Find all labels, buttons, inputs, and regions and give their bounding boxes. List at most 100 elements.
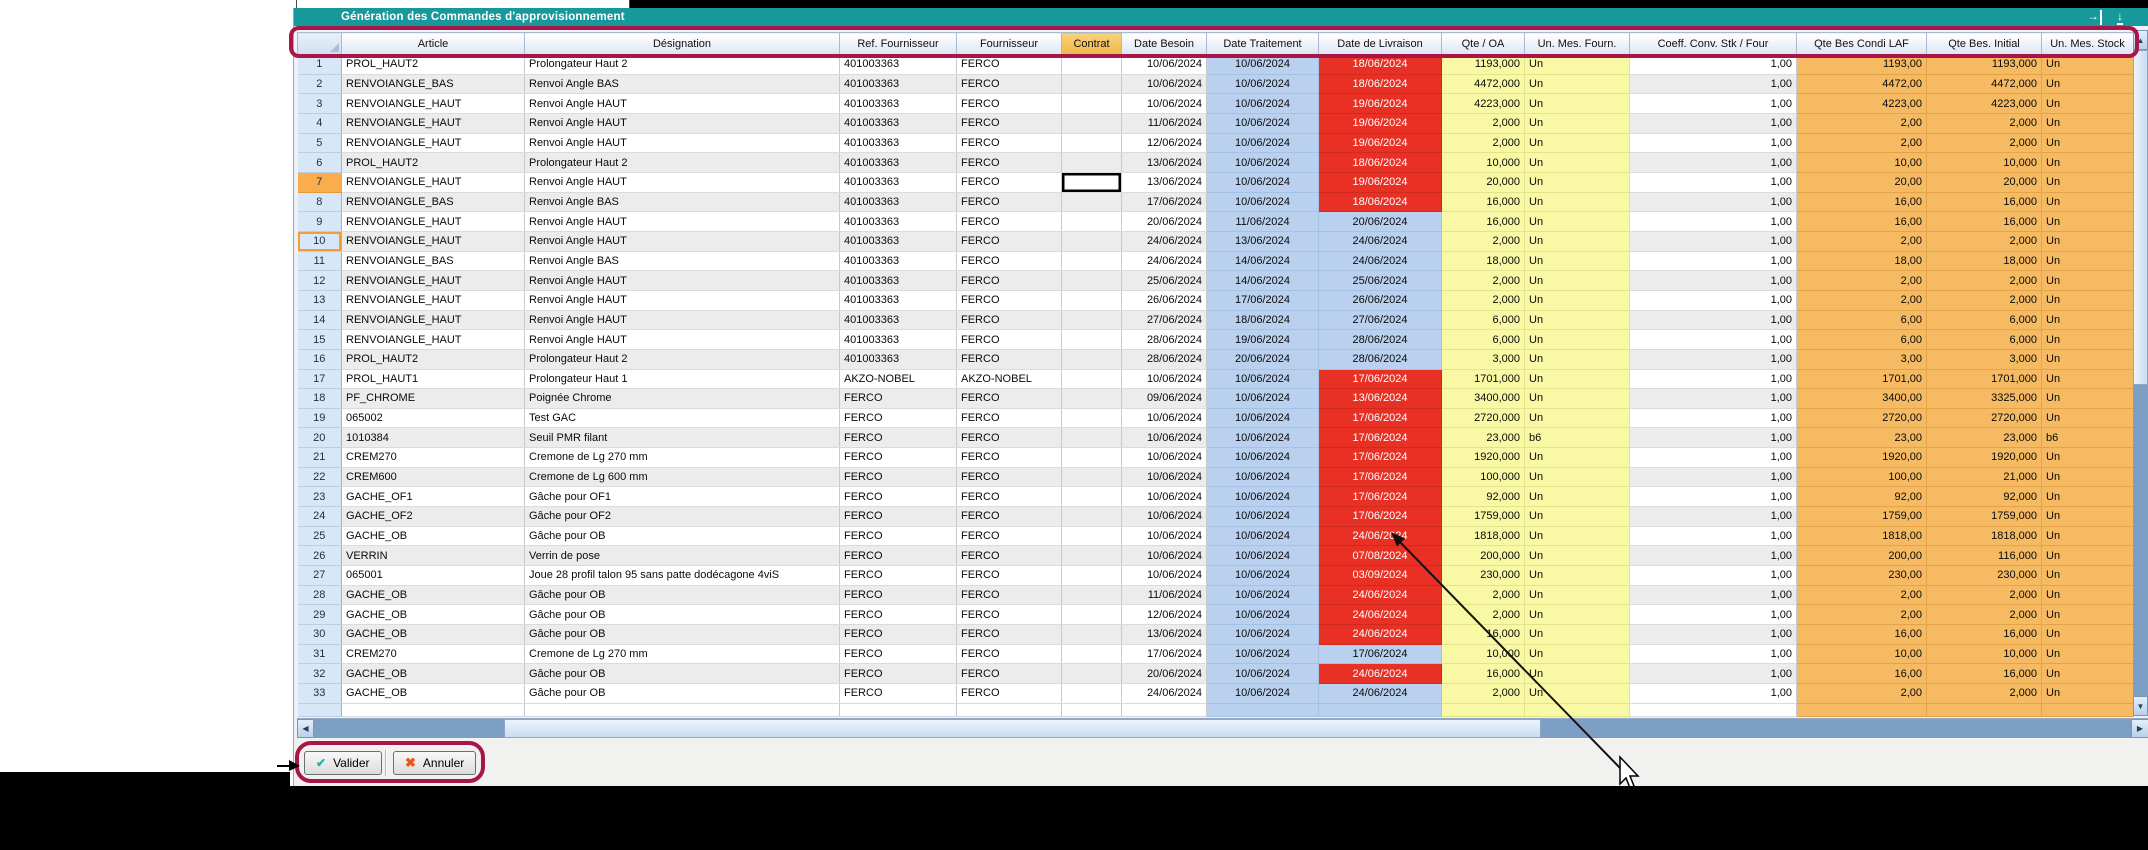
cell-contrat[interactable]	[1062, 389, 1122, 409]
cell-besoin[interactable]: 20/06/2024	[1122, 664, 1207, 684]
cell-fourn[interactable]: FERCO	[957, 408, 1062, 428]
cell-fourn[interactable]: FERCO	[957, 133, 1062, 153]
cell-qte[interactable]: 20,000	[1442, 172, 1525, 192]
cell-ref[interactable]: 401003363	[840, 290, 957, 310]
cell-coeff[interactable]: 1,00	[1630, 664, 1797, 684]
cell-trait[interactable]: 19/06/2024	[1207, 330, 1319, 350]
cell-un_s[interactable]: Un	[2042, 408, 2134, 428]
cell-un_f[interactable]: Un	[1525, 526, 1630, 546]
cell-qte_condi[interactable]: 92,00	[1797, 487, 1927, 507]
cell-designation[interactable]: Gâche pour OF1	[525, 487, 840, 507]
cell-un_f[interactable]: Un	[1525, 625, 1630, 645]
cell-fourn[interactable]: FERCO	[957, 290, 1062, 310]
row-number[interactable]: 33	[298, 684, 342, 704]
cell-fourn[interactable]: FERCO	[957, 172, 1062, 192]
cell-un_s[interactable]: Un	[2042, 644, 2134, 664]
cell-ref[interactable]: 401003363	[840, 94, 957, 114]
cell-besoin[interactable]: 28/06/2024	[1122, 349, 1207, 369]
cell-besoin[interactable]: 09/06/2024	[1122, 389, 1207, 409]
cell-qte[interactable]: 10,000	[1442, 644, 1525, 664]
cell-contrat[interactable]	[1062, 231, 1122, 251]
row-number[interactable]: 27	[298, 566, 342, 586]
cell-trait[interactable]: 11/06/2024	[1207, 212, 1319, 232]
cell-coeff[interactable]: 1,00	[1630, 349, 1797, 369]
cell-un_f[interactable]: Un	[1525, 172, 1630, 192]
row-number[interactable]: 17	[298, 369, 342, 389]
cell-designation[interactable]: Joue 28 profil talon 95 sans patte dodéc…	[525, 566, 840, 586]
row-number[interactable]: 16	[298, 349, 342, 369]
cell-livraison[interactable]: 24/06/2024	[1319, 526, 1442, 546]
cell-besoin[interactable]: 24/06/2024	[1122, 251, 1207, 271]
scroll-down-arrow-icon[interactable]: ▼	[2133, 696, 2148, 716]
cell-trait[interactable]: 10/06/2024	[1207, 55, 1319, 75]
cell-qte[interactable]: 92,000	[1442, 487, 1525, 507]
row-number[interactable]: 8	[298, 192, 342, 212]
cell-un_s[interactable]: Un	[2042, 172, 2134, 192]
cell-un_f[interactable]: Un	[1525, 566, 1630, 586]
column-header-coeff[interactable]: Coeff. Conv. Stk / Four	[1630, 33, 1797, 55]
cell-fourn[interactable]: FERCO	[957, 231, 1062, 251]
cell-qte_init[interactable]: 1920,000	[1927, 448, 2042, 468]
cell-article[interactable]: GACHE_OF2	[342, 507, 525, 527]
cell-un_f[interactable]: Un	[1525, 546, 1630, 566]
cell-un_s[interactable]: Un	[2042, 212, 2134, 232]
cell-qte_condi[interactable]: 1701,00	[1797, 369, 1927, 389]
cell-fourn[interactable]: FERCO	[957, 251, 1062, 271]
cell-coeff[interactable]: 1,00	[1630, 526, 1797, 546]
cell-qte_condi[interactable]: 10,00	[1797, 644, 1927, 664]
cell-qte[interactable]: 2,000	[1442, 605, 1525, 625]
column-header-qte_init[interactable]: Qte Bes. Initial	[1927, 33, 2042, 55]
cell-un_f[interactable]: Un	[1525, 349, 1630, 369]
cell-un_s[interactable]: Un	[2042, 467, 2134, 487]
cell-article[interactable]: RENVOIANGLE_HAUT	[342, 231, 525, 251]
cell-qte_condi[interactable]: 6,00	[1797, 330, 1927, 350]
cell-ref[interactable]: 401003363	[840, 153, 957, 173]
cell-un_s[interactable]: Un	[2042, 585, 2134, 605]
cell-un_f[interactable]: Un	[1525, 271, 1630, 291]
cell-qte_condi[interactable]: 4223,00	[1797, 94, 1927, 114]
cell-contrat[interactable]	[1062, 94, 1122, 114]
cell-qte_init[interactable]: 3325,000	[1927, 389, 2042, 409]
cell-ref[interactable]: FERCO	[840, 566, 957, 586]
cell-trait[interactable]: 10/06/2024	[1207, 664, 1319, 684]
cell-fourn[interactable]: FERCO	[957, 192, 1062, 212]
cell-besoin[interactable]: 13/06/2024	[1122, 172, 1207, 192]
cell-article[interactable]: PROL_HAUT1	[342, 369, 525, 389]
cell-contrat[interactable]	[1062, 566, 1122, 586]
cell-un_s[interactable]: Un	[2042, 507, 2134, 527]
cell-livraison[interactable]: 24/06/2024	[1319, 664, 1442, 684]
cell-designation[interactable]: Cremone de Lg 270 mm	[525, 644, 840, 664]
cell-qte_condi[interactable]: 230,00	[1797, 566, 1927, 586]
cell-besoin[interactable]: 11/06/2024	[1122, 585, 1207, 605]
cell-livraison[interactable]: 28/06/2024	[1319, 349, 1442, 369]
cell-un_f[interactable]: Un	[1525, 74, 1630, 94]
cell-designation[interactable]: Gâche pour OB	[525, 625, 840, 645]
row-number[interactable]: 13	[298, 290, 342, 310]
cell-qte_condi[interactable]: 16,00	[1797, 212, 1927, 232]
cell-qte[interactable]: 1759,000	[1442, 507, 1525, 527]
cell-designation[interactable]: Renvoi Angle HAUT	[525, 271, 840, 291]
row-number[interactable]: 23	[298, 487, 342, 507]
cell-trait[interactable]: 10/06/2024	[1207, 585, 1319, 605]
cell-designation[interactable]: Prolongateur Haut 2	[525, 55, 840, 75]
cell-article[interactable]: CREM600	[342, 467, 525, 487]
cell-qte_condi[interactable]: 4472,00	[1797, 74, 1927, 94]
cell-livraison[interactable]: 24/06/2024	[1319, 251, 1442, 271]
cell-besoin[interactable]: 10/06/2024	[1122, 546, 1207, 566]
cell-contrat[interactable]	[1062, 526, 1122, 546]
cell-besoin[interactable]: 28/06/2024	[1122, 330, 1207, 350]
cell-fourn[interactable]: FERCO	[957, 212, 1062, 232]
cell-article[interactable]: RENVOIANGLE_BAS	[342, 251, 525, 271]
cell-livraison[interactable]: 18/06/2024	[1319, 153, 1442, 173]
cell-besoin[interactable]: 12/06/2024	[1122, 605, 1207, 625]
cell-qte_init[interactable]: 20,000	[1927, 172, 2042, 192]
cell-qte_init[interactable]: 2,000	[1927, 231, 2042, 251]
cell-un_s[interactable]: Un	[2042, 153, 2134, 173]
cell-fourn[interactable]: FERCO	[957, 664, 1062, 684]
column-header-designation[interactable]: Désignation	[525, 33, 840, 55]
cell-trait[interactable]: 14/06/2024	[1207, 251, 1319, 271]
cell-ref[interactable]: FERCO	[840, 664, 957, 684]
cell-article[interactable]: GACHE_OB	[342, 664, 525, 684]
cell-contrat[interactable]	[1062, 507, 1122, 527]
cell-fourn[interactable]: FERCO	[957, 507, 1062, 527]
